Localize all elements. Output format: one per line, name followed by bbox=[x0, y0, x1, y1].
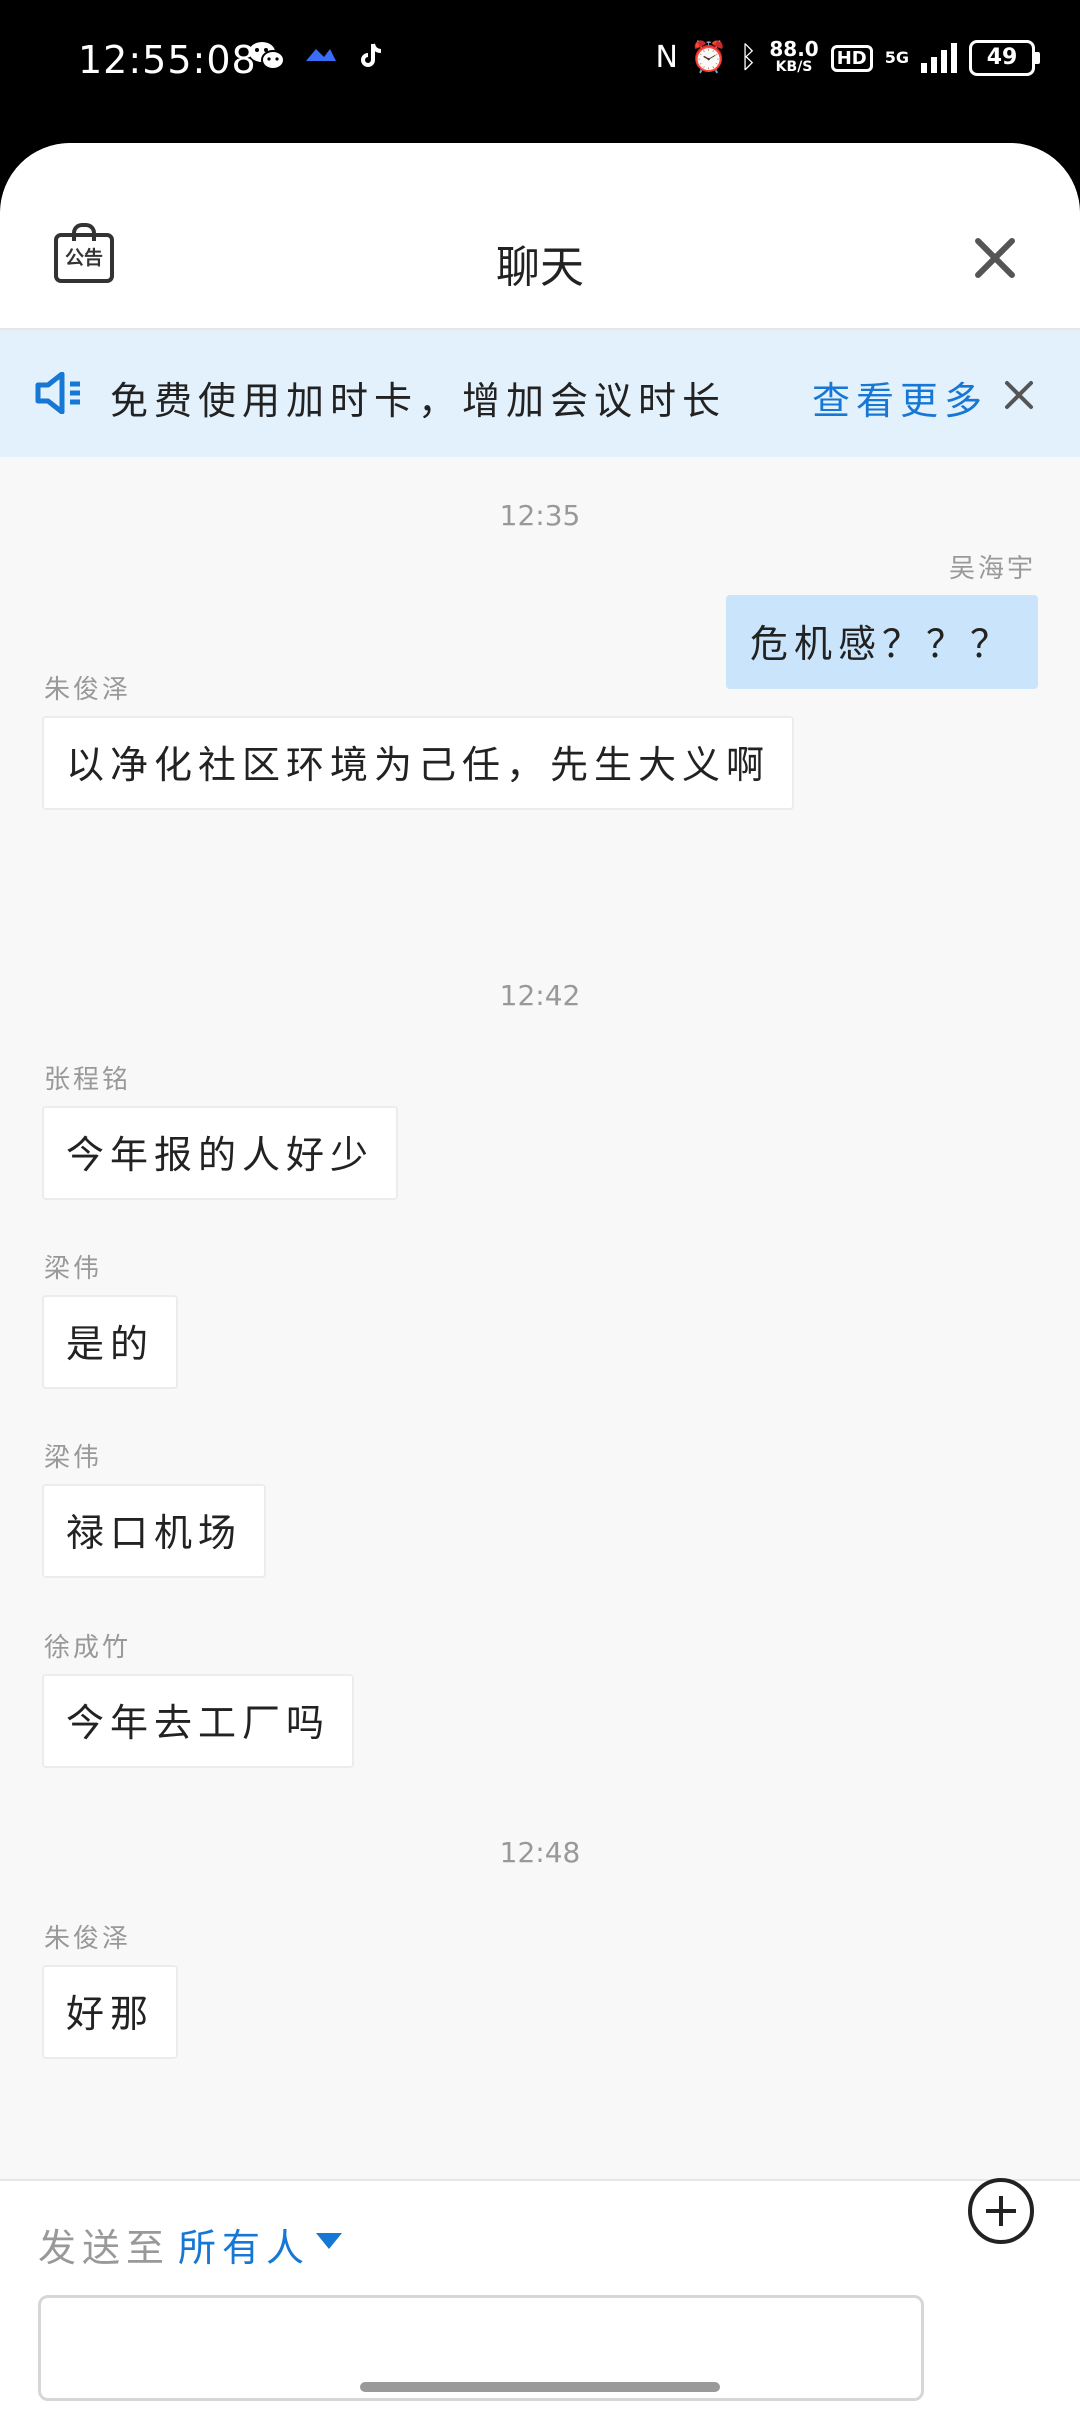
promo-banner: 免费使用加时卡，增加会议时长 查看更多 bbox=[0, 330, 1080, 457]
message-sender: 张程铭 bbox=[44, 1065, 132, 1095]
banner-text: 免费使用加时卡，增加会议时长 bbox=[110, 379, 727, 423]
network-type: 5G bbox=[884, 48, 909, 67]
network-speed: 88.0 KB/S bbox=[769, 37, 819, 75]
battery-icon: 49 bbox=[969, 40, 1040, 76]
page-title: 聊天 bbox=[496, 242, 584, 293]
signal-icon bbox=[921, 43, 957, 73]
timestamp: 12:48 bbox=[499, 1836, 581, 1869]
message-bubble[interactable]: 今年去工厂吗 bbox=[42, 1674, 355, 1768]
banner-close-button[interactable] bbox=[1004, 380, 1034, 410]
tiktok-icon bbox=[361, 43, 382, 67]
caret-down-icon[interactable] bbox=[316, 2233, 342, 2249]
status-time: 12:55:08 bbox=[78, 38, 257, 82]
input-bar: 发送至 所有人 bbox=[0, 2179, 1080, 2412]
message-sender: 梁伟 bbox=[44, 1254, 103, 1284]
alarm-icon: ⏰ bbox=[690, 40, 728, 75]
timestamp: 12:42 bbox=[499, 979, 581, 1012]
send-to-label: 发送至 bbox=[38, 2226, 171, 2270]
hd-voice-badge: HD bbox=[830, 44, 873, 72]
battery-level: 49 bbox=[969, 40, 1035, 76]
home-indicator[interactable] bbox=[360, 2382, 720, 2392]
feishu-icon bbox=[306, 49, 336, 61]
chat-header: 公告 聊天 bbox=[0, 143, 1080, 330]
chat-sheet: 公告 聊天 免费使用加时卡，增加会议时长 查看更多 12:35 吴海宇 危机感？… bbox=[0, 143, 1080, 2412]
add-attachment-button[interactable] bbox=[968, 2178, 1034, 2244]
message-sender: 朱俊泽 bbox=[44, 1924, 132, 1954]
message-sender: 梁伟 bbox=[44, 1443, 103, 1473]
message-sender: 吴海宇 bbox=[948, 554, 1036, 584]
message-sender: 徐成竹 bbox=[44, 1633, 132, 1663]
message-bubble[interactable]: 以净化社区环境为己任，先生大义啊 bbox=[42, 716, 795, 810]
message-bubble[interactable]: 好那 bbox=[42, 1965, 179, 2059]
speaker-icon bbox=[35, 372, 80, 414]
bluetooth-icon: ᛒ bbox=[739, 40, 758, 75]
notification-icons bbox=[248, 40, 388, 72]
message-bubble-self[interactable]: 危机感？？？ bbox=[725, 595, 1038, 689]
wechat-icon bbox=[249, 42, 285, 70]
close-button[interactable] bbox=[972, 235, 1018, 281]
view-more-link[interactable]: 查看更多 bbox=[812, 370, 988, 425]
message-bubble[interactable]: 是的 bbox=[42, 1295, 179, 1389]
nfc-icon: Ν bbox=[655, 40, 678, 75]
message-bubble[interactable]: 禄口机场 bbox=[42, 1484, 267, 1578]
message-list[interactable]: 12:35 吴海宇 危机感？？？ 朱俊泽 以净化社区环境为己任，先生大义啊 12… bbox=[0, 457, 1080, 2179]
message-bubble[interactable]: 今年报的人好少 bbox=[42, 1106, 399, 1200]
system-indicators: Ν ⏰ ᛒ 88.0 KB/S HD 5G 49 bbox=[655, 37, 1040, 76]
status-bar: 12:55:08 Ν ⏰ ᛒ 88.0 KB/S HD 5G 49 bbox=[0, 0, 1080, 142]
timestamp: 12:35 bbox=[499, 499, 581, 532]
message-sender: 朱俊泽 bbox=[44, 675, 132, 705]
recipient-selector[interactable]: 所有人 bbox=[178, 2217, 310, 2272]
